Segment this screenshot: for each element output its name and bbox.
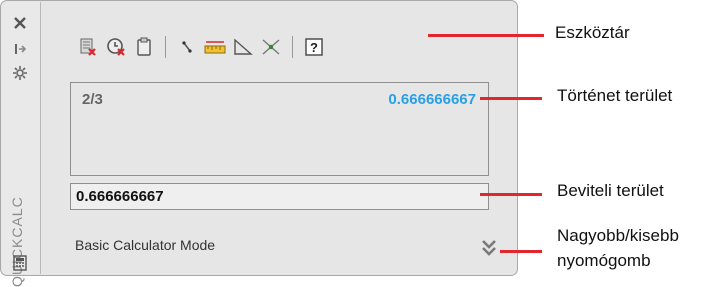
svg-text:?: ? bbox=[310, 40, 318, 55]
paste-icon[interactable] bbox=[133, 36, 155, 58]
callout-line-history bbox=[480, 97, 542, 100]
angle-icon[interactable] bbox=[232, 36, 254, 58]
distance-icon[interactable] bbox=[204, 36, 226, 58]
clear-icon[interactable] bbox=[77, 36, 99, 58]
callout-line-toolbar bbox=[428, 34, 544, 37]
properties-icon[interactable] bbox=[10, 64, 30, 82]
mode-label: Basic Calculator Mode bbox=[75, 237, 216, 253]
toolbar: ? bbox=[77, 34, 325, 60]
callout-line-toggle bbox=[500, 250, 542, 253]
intersection-icon[interactable] bbox=[260, 36, 282, 58]
quickcalc-palette: QUICKCALC ? 2/3 0.666666667 0.666666667 … bbox=[0, 0, 518, 287]
palette-title-strip: QUICKCALC bbox=[2, 2, 41, 287]
clear-history-icon[interactable] bbox=[105, 36, 127, 58]
input-field[interactable] bbox=[70, 183, 489, 210]
toolbar-separator bbox=[165, 36, 166, 58]
callout-toggle-line2: nyomógomb bbox=[557, 251, 651, 270]
callout-history: Történet terület bbox=[557, 86, 673, 105]
toolbar-separator bbox=[292, 36, 293, 58]
calculator-icon[interactable] bbox=[10, 254, 30, 272]
auto-hide-icon[interactable] bbox=[10, 40, 30, 58]
double-chevron-down-icon[interactable] bbox=[480, 237, 498, 259]
callout-line-input bbox=[480, 193, 542, 196]
palette-content: ? 2/3 0.666666667 Basic Calculator Mode bbox=[49, 1, 511, 275]
history-result[interactable]: 0.666666667 bbox=[388, 91, 476, 108]
history-area: 2/3 0.666666667 bbox=[70, 82, 489, 176]
callout-toolbar: Eszköztár bbox=[555, 23, 630, 42]
close-icon[interactable] bbox=[10, 14, 30, 32]
callout-input: Beviteli terület bbox=[557, 181, 664, 200]
get-coordinates-icon[interactable] bbox=[176, 36, 198, 58]
help-icon[interactable]: ? bbox=[303, 36, 325, 58]
history-expression[interactable]: 2/3 bbox=[82, 91, 103, 108]
callout-toggle-line1: Nagyobb/kisebb bbox=[557, 226, 679, 245]
